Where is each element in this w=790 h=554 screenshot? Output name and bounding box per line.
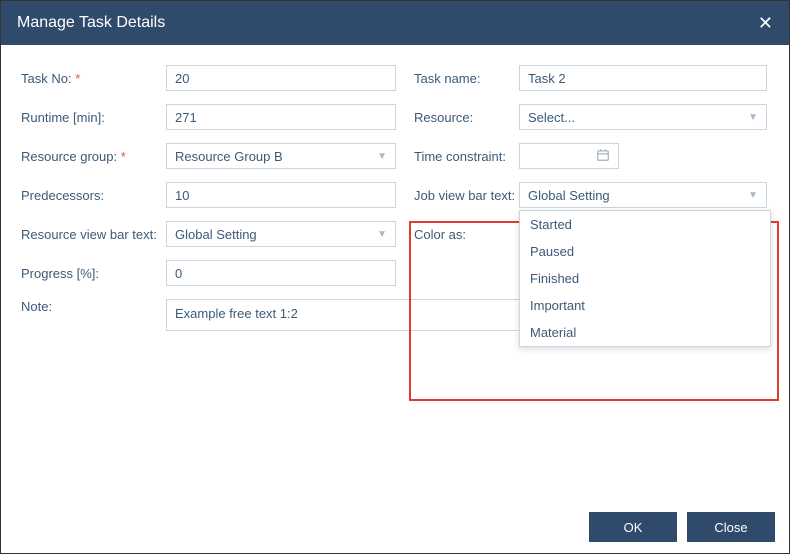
color-option-paused[interactable]: Paused [520,238,770,265]
chevron-down-icon: ▼ [748,112,758,123]
label-predecessors: Predecessors: [21,188,166,203]
resource-view-bar-select[interactable]: Global Setting ▼ [166,221,396,247]
color-option-started[interactable]: Started [520,211,770,238]
dialog-content: Task No: 20 Task name: Task 2 Runtime [m… [1,45,789,501]
chevron-down-icon: ▼ [748,190,758,201]
job-view-bar-select[interactable]: Global Setting ▼ [519,182,767,208]
close-button[interactable]: Close [687,512,775,542]
color-as-dropdown: Started Paused Finished Important Materi… [519,210,771,347]
job-view-bar-value: Global Setting [528,188,610,203]
progress-value: 0 [175,266,182,281]
predecessors-value: 10 [175,188,189,203]
time-constraint-input[interactable] [519,143,619,169]
label-resource-view-bar: Resource view bar text: [21,227,166,242]
label-color-as: Color as: [414,227,519,242]
resource-group-select[interactable]: Resource Group B ▼ [166,143,396,169]
label-resource-group: Resource group: [21,149,166,164]
chevron-down-icon: ▼ [377,151,387,162]
runtime-input[interactable]: 271 [166,104,396,130]
task-no-input[interactable]: 20 [166,65,396,91]
time-constraint-wrapper [519,143,767,169]
color-option-finished[interactable]: Finished [520,265,770,292]
progress-input[interactable]: 0 [166,260,396,286]
label-runtime: Runtime [min]: [21,110,166,125]
note-value: Example free text 1:2 [175,306,298,321]
task-no-value: 20 [175,71,189,86]
resource-group-value: Resource Group B [175,149,283,164]
dialog-title: Manage Task Details [17,14,165,32]
label-progress: Progress [%]: [21,266,166,281]
dialog-titlebar: Manage Task Details ✕ [1,1,789,45]
calendar-icon [596,148,610,165]
color-option-important[interactable]: Important [520,292,770,319]
task-name-value: Task 2 [528,71,566,86]
close-icon[interactable]: ✕ [758,13,773,34]
task-name-input[interactable]: Task 2 [519,65,767,91]
label-task-no: Task No: [21,71,166,86]
label-note: Note: [21,299,166,314]
label-task-name: Task name: [414,71,519,86]
dialog-footer: OK Close [1,501,789,553]
resource-view-bar-value: Global Setting [175,227,257,242]
ok-button[interactable]: OK [589,512,677,542]
runtime-value: 271 [175,110,197,125]
chevron-down-icon: ▼ [377,229,387,240]
predecessors-input[interactable]: 10 [166,182,396,208]
label-resource: Resource: [414,110,519,125]
label-job-view-bar: Job view bar text: [414,188,519,203]
color-option-material[interactable]: Material [520,319,770,346]
resource-value: Select... [528,110,575,125]
resource-select[interactable]: Select... ▼ [519,104,767,130]
label-time-constraint: Time constraint: [414,149,519,164]
